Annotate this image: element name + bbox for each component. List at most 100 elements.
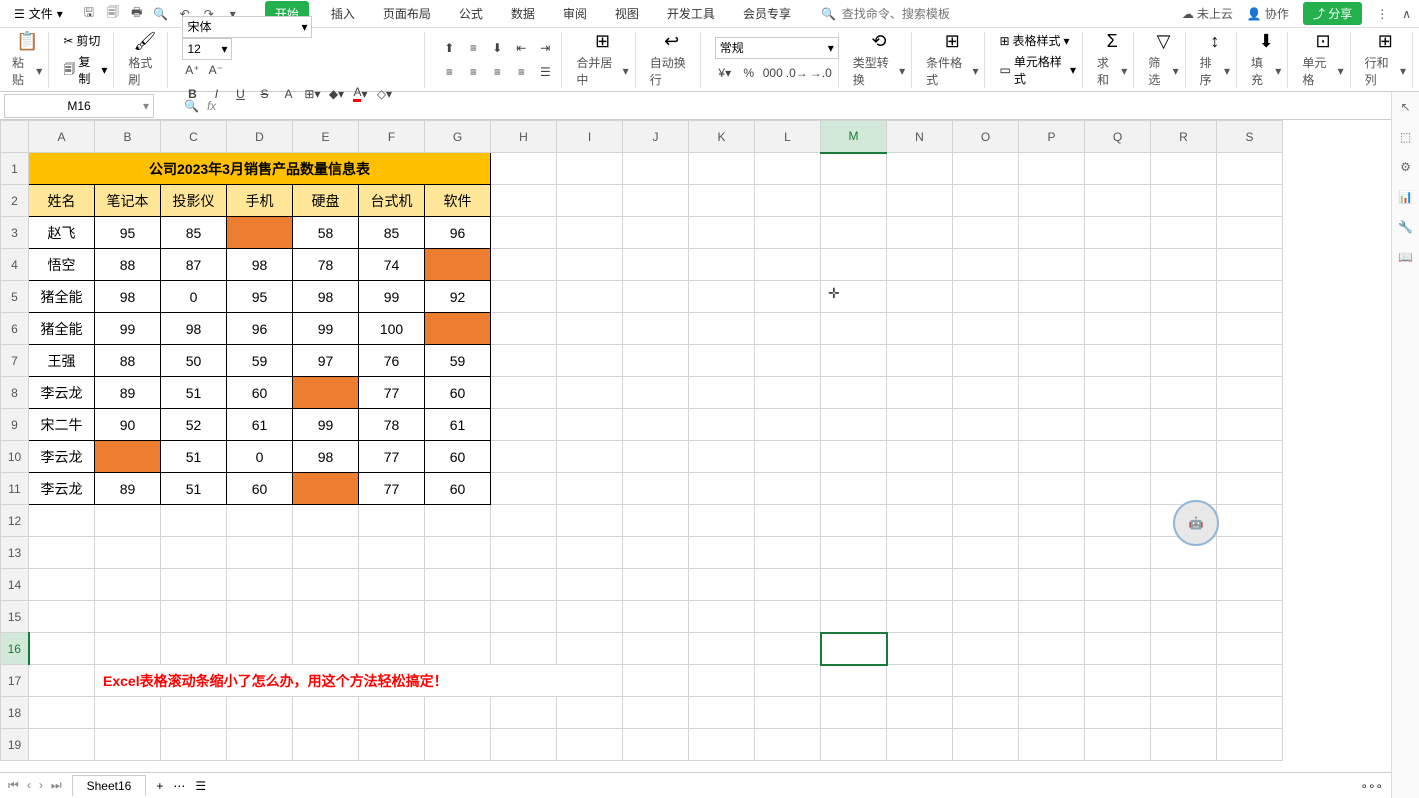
cell[interactable] [1151,569,1217,601]
column-header[interactable]: P [1019,121,1085,153]
cell[interactable] [623,633,689,665]
cell[interactable] [821,313,887,345]
cell[interactable] [623,377,689,409]
cell[interactable]: 100 [359,313,425,345]
cell[interactable]: 77 [359,473,425,505]
cell[interactable] [953,281,1019,313]
cell[interactable] [557,729,623,761]
cell[interactable] [227,569,293,601]
cell[interactable] [953,377,1019,409]
paste-button[interactable]: 粘贴▾ [12,54,42,88]
cell[interactable] [1217,153,1283,185]
cell[interactable] [755,377,821,409]
rowcol-button[interactable]: 行和列▾ [1365,54,1406,88]
cell-style-button[interactable]: ▭单元格样式▾ [999,53,1076,87]
cell[interactable] [557,569,623,601]
cell[interactable]: 96 [425,217,491,249]
cell[interactable] [689,633,755,665]
cell[interactable] [1019,665,1085,697]
save-as-icon[interactable]: 🗐 [105,6,121,22]
cell[interactable] [887,313,953,345]
tab-formula[interactable]: 公式 [453,1,489,26]
sort-button[interactable]: 排序▾ [1200,54,1230,88]
cell[interactable] [1151,729,1217,761]
currency-icon[interactable]: ¥▾ [715,63,735,83]
wrap-button[interactable]: 自动换行 [650,54,694,88]
cell[interactable] [293,473,359,505]
cell[interactable] [1019,409,1085,441]
tab-dev-tools[interactable]: 开发工具 [661,1,721,26]
cell[interactable]: 95 [95,217,161,249]
column-header[interactable]: C [161,121,227,153]
cell[interactable] [359,601,425,633]
row-header[interactable]: 17 [1,665,29,697]
cell[interactable] [1019,537,1085,569]
cell[interactable] [623,569,689,601]
row-header[interactable]: 16 [1,633,29,665]
cell[interactable] [1217,633,1283,665]
cell[interactable] [623,217,689,249]
assistant-bubble[interactable]: 🤖 [1173,500,1219,546]
cell[interactable] [887,505,953,537]
cell[interactable] [953,441,1019,473]
cell-format-icon[interactable]: ⊡ [1315,31,1330,52]
cell[interactable] [1151,377,1217,409]
cell[interactable]: 60 [227,377,293,409]
cell[interactable] [227,633,293,665]
merge-button[interactable]: 合并居中▾ [576,54,628,88]
preview-icon[interactable]: 🔍 [153,6,169,22]
cell[interactable] [821,697,887,729]
cell[interactable] [359,505,425,537]
cell[interactable] [1085,377,1151,409]
cell[interactable]: 软件 [425,185,491,217]
add-sheet-icon[interactable]: + [156,779,163,793]
cell[interactable] [623,505,689,537]
cell[interactable] [689,473,755,505]
cell[interactable] [1019,249,1085,281]
cell[interactable] [1217,281,1283,313]
cell[interactable] [1085,185,1151,217]
cell[interactable]: 88 [95,345,161,377]
share-button[interactable]: ⤴ 分享 [1303,2,1362,25]
cell[interactable]: Excel表格滚动条缩小了怎么办，用这个方法轻松搞定！ [95,665,623,697]
cell[interactable]: 0 [227,441,293,473]
cell[interactable] [623,537,689,569]
cell[interactable] [1085,697,1151,729]
cell[interactable] [161,601,227,633]
cell[interactable] [887,537,953,569]
cell[interactable] [491,249,557,281]
fill-button[interactable]: 填充▾ [1251,54,1281,88]
cell[interactable] [755,249,821,281]
cell[interactable] [821,345,887,377]
cell[interactable] [821,377,887,409]
cell[interactable] [491,313,557,345]
cell[interactable]: 0 [161,281,227,313]
cell[interactable] [953,217,1019,249]
cell[interactable] [887,377,953,409]
percent-icon[interactable]: % [739,63,759,83]
cell[interactable]: 89 [95,377,161,409]
cell[interactable] [557,633,623,665]
cell[interactable] [491,409,557,441]
cell[interactable] [821,633,887,665]
cell[interactable] [557,441,623,473]
cell[interactable] [755,217,821,249]
cell[interactable] [491,537,557,569]
cell[interactable] [29,537,95,569]
row-header[interactable]: 10 [1,441,29,473]
cell[interactable] [359,697,425,729]
cell[interactable] [1019,185,1085,217]
rowcol-icon[interactable]: ⊞ [1378,31,1393,52]
sheet-first-icon[interactable]: ⏮ [8,778,19,793]
cell[interactable]: 51 [161,473,227,505]
cell[interactable] [689,441,755,473]
decrease-decimal-icon[interactable]: →.0 [811,63,831,83]
cell[interactable] [95,729,161,761]
cell[interactable] [755,473,821,505]
cell[interactable] [1217,697,1283,729]
font-name-select[interactable]: 宋体▾ [182,16,312,38]
fill-icon[interactable]: ⬇ [1259,31,1274,52]
cell[interactable] [425,537,491,569]
format-painter-button[interactable]: 格式刷 [128,54,161,88]
row-header[interactable]: 6 [1,313,29,345]
